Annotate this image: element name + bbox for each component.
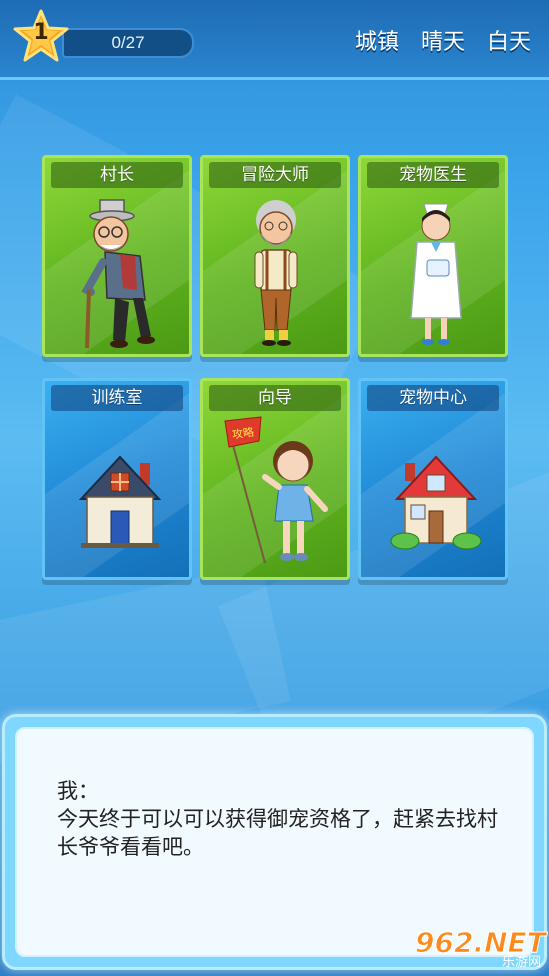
card-pet-center[interactable]: 宠物中心	[358, 378, 508, 580]
watermark-subtitle: 乐游网	[501, 955, 541, 970]
guide-girl-with-flag-icon: 攻略	[224, 416, 328, 564]
nurse-icon	[410, 203, 462, 345]
level-number: 1	[33, 20, 49, 45]
progress-bar: 0/27	[62, 28, 194, 58]
time-of-day-label: 白天	[486, 30, 531, 55]
site-watermark: 962.NET 乐游网	[415, 926, 547, 971]
card-title: 冒险大师	[209, 162, 341, 188]
bearded-adventurer-icon	[254, 200, 298, 346]
progress-text: 0/27	[111, 33, 145, 52]
top-status-bar: 0/27 1 城镇 晴天 白天	[0, 0, 549, 80]
card-adventure-master[interactable]: 冒险大师	[200, 155, 350, 357]
card-title: 训练室	[51, 385, 183, 411]
card-title: 向导	[209, 385, 341, 411]
card-title: 村长	[51, 162, 183, 188]
weather-label: 晴天	[420, 30, 465, 55]
card-pet-doctor[interactable]: 宠物医生	[358, 155, 508, 357]
old-man-with-cane-icon	[81, 199, 155, 349]
house-icon	[78, 455, 162, 548]
red-roof-house-icon	[390, 455, 482, 550]
dialog-text: 今天终于可以可以获得御宠资格了，赶紧去找村长爷爷看看吧。	[57, 807, 498, 859]
card-village-chief[interactable]: 村长	[42, 155, 192, 357]
dialog-speaker: 我：	[57, 779, 99, 803]
location-label: 城镇	[354, 30, 399, 55]
card-guide[interactable]: 向导 攻略	[200, 378, 350, 580]
card-training-room[interactable]: 训练室	[42, 378, 192, 580]
card-title: 宠物医生	[367, 162, 499, 188]
card-title: 宠物中心	[367, 385, 499, 411]
dialog-panel: 我： 今天终于可以可以获得御宠资格了，赶紧去找村长爷爷看看吧。	[15, 727, 534, 957]
